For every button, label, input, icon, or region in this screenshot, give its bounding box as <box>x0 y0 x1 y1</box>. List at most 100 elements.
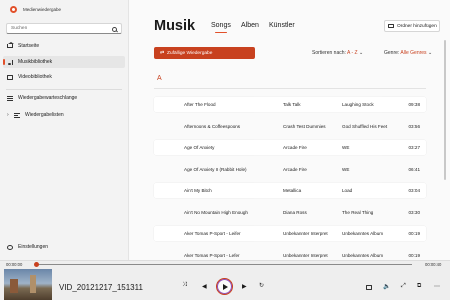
queue-icon <box>7 95 13 101</box>
song-album[interactable]: God Shuffled His Feet <box>342 124 387 129</box>
page-title: Musik <box>154 18 196 34</box>
tab-songs[interactable]: Songs <box>211 22 231 33</box>
song-row[interactable]: After The Flood Talk Talk Laughing Stock… <box>154 97 426 112</box>
sidebar-item-play-queue[interactable]: Wiedergabewarteschlange <box>0 92 128 104</box>
song-row[interactable]: Ain't My Bitch Metallica Load 03:04 <box>154 183 426 198</box>
song-album[interactable]: WE <box>342 145 349 150</box>
search-input[interactable]: Suchen <box>6 23 122 34</box>
fullscreen-icon[interactable]: ⤢ <box>401 283 406 290</box>
song-title: Ain't No Mountain High Enough <box>184 209 248 215</box>
main-content: Musik Songs Alben Künstler Ordner hinzuf… <box>128 0 450 260</box>
sort-label: Sortieren nach: <box>312 50 346 56</box>
genre-dropdown[interactable]: Genre: Alle Genres ⌄ <box>384 50 432 56</box>
song-duration: 03:56 <box>408 123 421 129</box>
subtitles-icon[interactable] <box>366 285 372 290</box>
song-row[interactable]: Aker Tomas P-Sport - Leifer Unbekannter … <box>154 226 426 241</box>
playlist-icon <box>14 112 20 118</box>
song-list: After The Flood Talk Talk Laughing Stock… <box>154 97 426 269</box>
song-album[interactable]: WE <box>342 167 349 172</box>
sidebar-item-label: Startseite <box>18 43 40 49</box>
sidebar-item-label: Einstellungen <box>18 244 49 250</box>
song-artist[interactable]: Crash Test Dummies <box>283 124 326 129</box>
video-thumbnail[interactable] <box>4 269 52 300</box>
time-current: 00:00:00 <box>6 262 23 267</box>
shuffle-label: Zufällige Wiedergabe <box>167 50 213 56</box>
time-total: 00:00:40 <box>425 262 442 267</box>
song-artist[interactable]: Arcade Fire <box>283 167 307 172</box>
song-artist[interactable]: Diana Ross <box>283 210 307 215</box>
sidebar-item-label: Wiedergabelisten <box>25 112 64 118</box>
more-options-icon[interactable]: ⋯ <box>434 283 440 290</box>
song-album[interactable]: Unbekanntes Album <box>342 253 383 258</box>
section-divider <box>154 88 426 89</box>
sidebar-item-label: Videobibliothek <box>18 74 52 80</box>
sidebar-item-home[interactable]: Startseite <box>0 40 128 52</box>
song-album[interactable]: The Real Thing <box>342 210 373 215</box>
media-player-window: Medienwiedergabe – ☐ ✕ Suchen Startseite… <box>0 0 450 300</box>
media-name: VID_20121217_151311 <box>59 283 143 292</box>
song-artist[interactable]: Arcade Fire <box>283 145 307 150</box>
shuffle-play-button[interactable]: ⇄ Zufällige Wiedergabe <box>154 47 255 59</box>
previous-icon[interactable]: ◀ <box>202 283 207 290</box>
sidebar-item-label: Wiedergabewarteschlange <box>18 95 78 101</box>
volume-icon[interactable]: 🔈 <box>383 283 390 290</box>
song-row[interactable]: Afternoons & Coffeespoons Crash Test Dum… <box>154 119 426 134</box>
song-album[interactable]: Load <box>342 188 352 193</box>
home-icon <box>7 41 14 48</box>
shuffle-icon[interactable]: ⤨ <box>182 282 187 289</box>
song-duration: 03:27 <box>408 145 421 150</box>
seek-handle[interactable] <box>34 261 39 267</box>
song-duration: 06:41 <box>408 166 421 172</box>
song-title: Aker Tomas P-Sport - Lefer <box>184 252 240 258</box>
song-title: Age Of Anxiety <box>184 145 215 150</box>
add-folder-label: Ordner hinzufügen <box>397 23 437 29</box>
song-title: Ain't My Bitch <box>184 188 212 193</box>
player-bar: 00:00:00 00:00:40 VID_20121217_151311 ⤨ … <box>0 260 450 300</box>
chevron-right-icon[interactable]: › <box>7 112 9 118</box>
song-row[interactable]: Ain't No Mountain High Enough Diana Ross… <box>154 205 426 220</box>
song-title: Age Of Anxiety II (Rabbit Hole) <box>184 166 247 172</box>
sidebar-item-music-library[interactable]: Musikbibliothek <box>3 56 125 68</box>
section-letter[interactable]: A <box>157 75 162 82</box>
tab-artists[interactable]: Künstler <box>269 22 295 29</box>
song-title: Afternoons & Coffeespoons <box>184 123 241 129</box>
sidebar: Suchen Startseite Musikbibliothek Videob… <box>0 18 128 260</box>
search-icon[interactable] <box>112 26 117 32</box>
video-icon <box>7 74 13 80</box>
chevron-down-icon: ⌄ <box>427 50 433 56</box>
song-album[interactable]: Laughing Stock <box>342 102 374 107</box>
song-row[interactable]: Age Of Anxiety II (Rabbit Hole) Arcade F… <box>154 162 426 177</box>
song-artist[interactable]: Talk Talk <box>283 102 301 107</box>
song-row[interactable]: Age Of Anxiety Arcade Fire WE 03:27 <box>154 140 426 155</box>
song-duration: 00:19 <box>408 231 421 236</box>
play-button[interactable] <box>216 278 233 295</box>
seek-bar[interactable] <box>38 264 412 265</box>
song-artist[interactable]: Unbekannter Interpret <box>283 231 328 236</box>
miniplayer-icon[interactable]: ⧉ <box>417 283 421 290</box>
song-duration: 03:30 <box>408 209 421 215</box>
add-folder-button[interactable]: Ordner hinzufügen <box>384 20 440 32</box>
song-duration: 00:19 <box>408 252 421 258</box>
shuffle-icon: ⇄ <box>160 50 165 56</box>
genre-value: Alle Genres <box>400 50 427 56</box>
gear-icon <box>7 244 13 250</box>
sidebar-item-video-library[interactable]: Videobibliothek <box>0 71 128 83</box>
sidebar-item-playlists[interactable]: › Wiedergabelisten <box>0 109 128 121</box>
tab-albums[interactable]: Alben <box>241 22 259 29</box>
app-logo-icon <box>10 5 17 13</box>
sort-dropdown[interactable]: Sortieren nach: A - Z ⌄ <box>312 50 363 56</box>
scrollbar[interactable] <box>444 40 446 180</box>
song-duration: 09:38 <box>408 102 421 107</box>
repeat-icon[interactable]: ↻ <box>259 282 264 289</box>
chevron-down-icon: ⌄ <box>359 50 364 56</box>
sidebar-item-settings[interactable]: Einstellungen <box>0 241 128 253</box>
song-artist[interactable]: Unbekannter Interpret <box>283 253 328 258</box>
song-artist[interactable]: Metallica <box>283 188 301 193</box>
song-album[interactable]: Unbekanntes Album <box>342 231 383 236</box>
music-note-icon <box>7 59 13 65</box>
song-title: Aker Tomas P-Sport - Leifer <box>184 231 241 236</box>
next-icon[interactable]: ▶ <box>242 283 247 290</box>
song-duration: 03:04 <box>408 188 421 193</box>
sidebar-divider <box>6 89 122 90</box>
genre-label: Genre: <box>384 50 400 56</box>
